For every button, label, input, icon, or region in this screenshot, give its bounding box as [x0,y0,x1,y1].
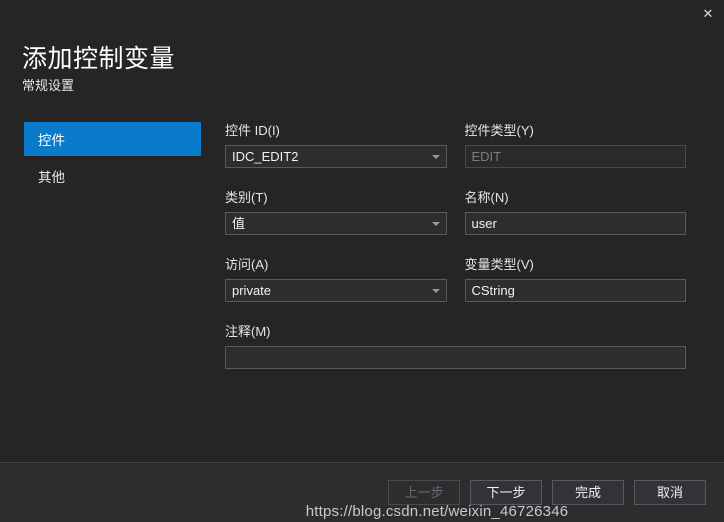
form-row: 注释(M) [225,323,686,369]
access-label: 访问(A) [225,257,269,272]
field-name: 名称(N) user [464,189,686,235]
variable-type-value: CString [471,283,515,298]
field-access: 访问(A) private [225,256,447,302]
form-row: 控件 ID(I) IDC_EDIT2 控件类型(Y) EDIT [225,122,686,168]
category-label: 类别(T) [225,190,268,205]
dialog-header: 添加控制变量 常规设置 [0,26,724,94]
comment-input[interactable] [225,346,686,369]
finish-button[interactable]: 完成 [552,480,624,505]
field-comment: 注释(M) [225,323,686,369]
page-title: 添加控制变量 [22,45,176,73]
form-panel: 控件 ID(I) IDC_EDIT2 控件类型(Y) EDIT 类别(T) 值 … [201,122,724,462]
form-row: 访问(A) private 变量类型(V) CString [225,256,686,302]
access-combobox[interactable]: private [225,279,447,302]
control-type-label: 控件类型(Y) [464,123,534,138]
field-control-type: 控件类型(Y) EDIT [464,122,686,168]
control-id-label: 控件 ID(I) [225,123,280,138]
page-subtitle: 常规设置 [22,78,75,93]
category-value: 值 [232,216,246,231]
field-variable-type: 变量类型(V) CString [464,256,686,302]
cancel-button[interactable]: 取消 [634,480,706,505]
chevron-down-icon [431,288,440,293]
comment-label: 注释(M) [225,324,271,339]
variable-type-input[interactable]: CString [464,279,686,302]
variable-type-label: 变量类型(V) [464,257,534,272]
sidebar-item-label: 其他 [38,170,65,185]
chevron-down-icon [431,154,440,159]
control-type-value: EDIT [471,149,502,164]
dialog-footer: 上一步 下一步 完成 取消 [0,462,724,522]
control-id-value: IDC_EDIT2 [232,149,299,164]
control-id-combobox[interactable]: IDC_EDIT2 [225,145,447,168]
name-label: 名称(N) [464,190,509,205]
sidebar-item-other[interactable]: 其他 [24,159,201,193]
sidebar: 控件 其他 [0,122,201,462]
field-control-id: 控件 ID(I) IDC_EDIT2 [225,122,447,168]
dialog-body: 控件 其他 控件 ID(I) IDC_EDIT2 控件类型(Y) EDIT 类别… [0,94,724,462]
category-combobox[interactable]: 值 [225,212,447,235]
title-bar: ✕ [0,0,724,26]
name-input[interactable]: user [464,212,686,235]
chevron-down-icon [431,221,440,226]
next-button[interactable]: 下一步 [470,480,542,505]
form-row: 类别(T) 值 名称(N) user [225,189,686,235]
sidebar-item-control[interactable]: 控件 [24,122,201,156]
control-type-input: EDIT [464,145,686,168]
previous-button: 上一步 [388,480,460,505]
close-icon[interactable]: ✕ [692,0,724,26]
sidebar-item-label: 控件 [38,133,65,148]
field-category: 类别(T) 值 [225,189,447,235]
name-value: user [471,216,497,231]
access-value: private [232,283,272,298]
dialog-window: ✕ 添加控制变量 常规设置 控件 其他 控件 ID(I) IDC_EDIT2 控… [0,0,724,522]
